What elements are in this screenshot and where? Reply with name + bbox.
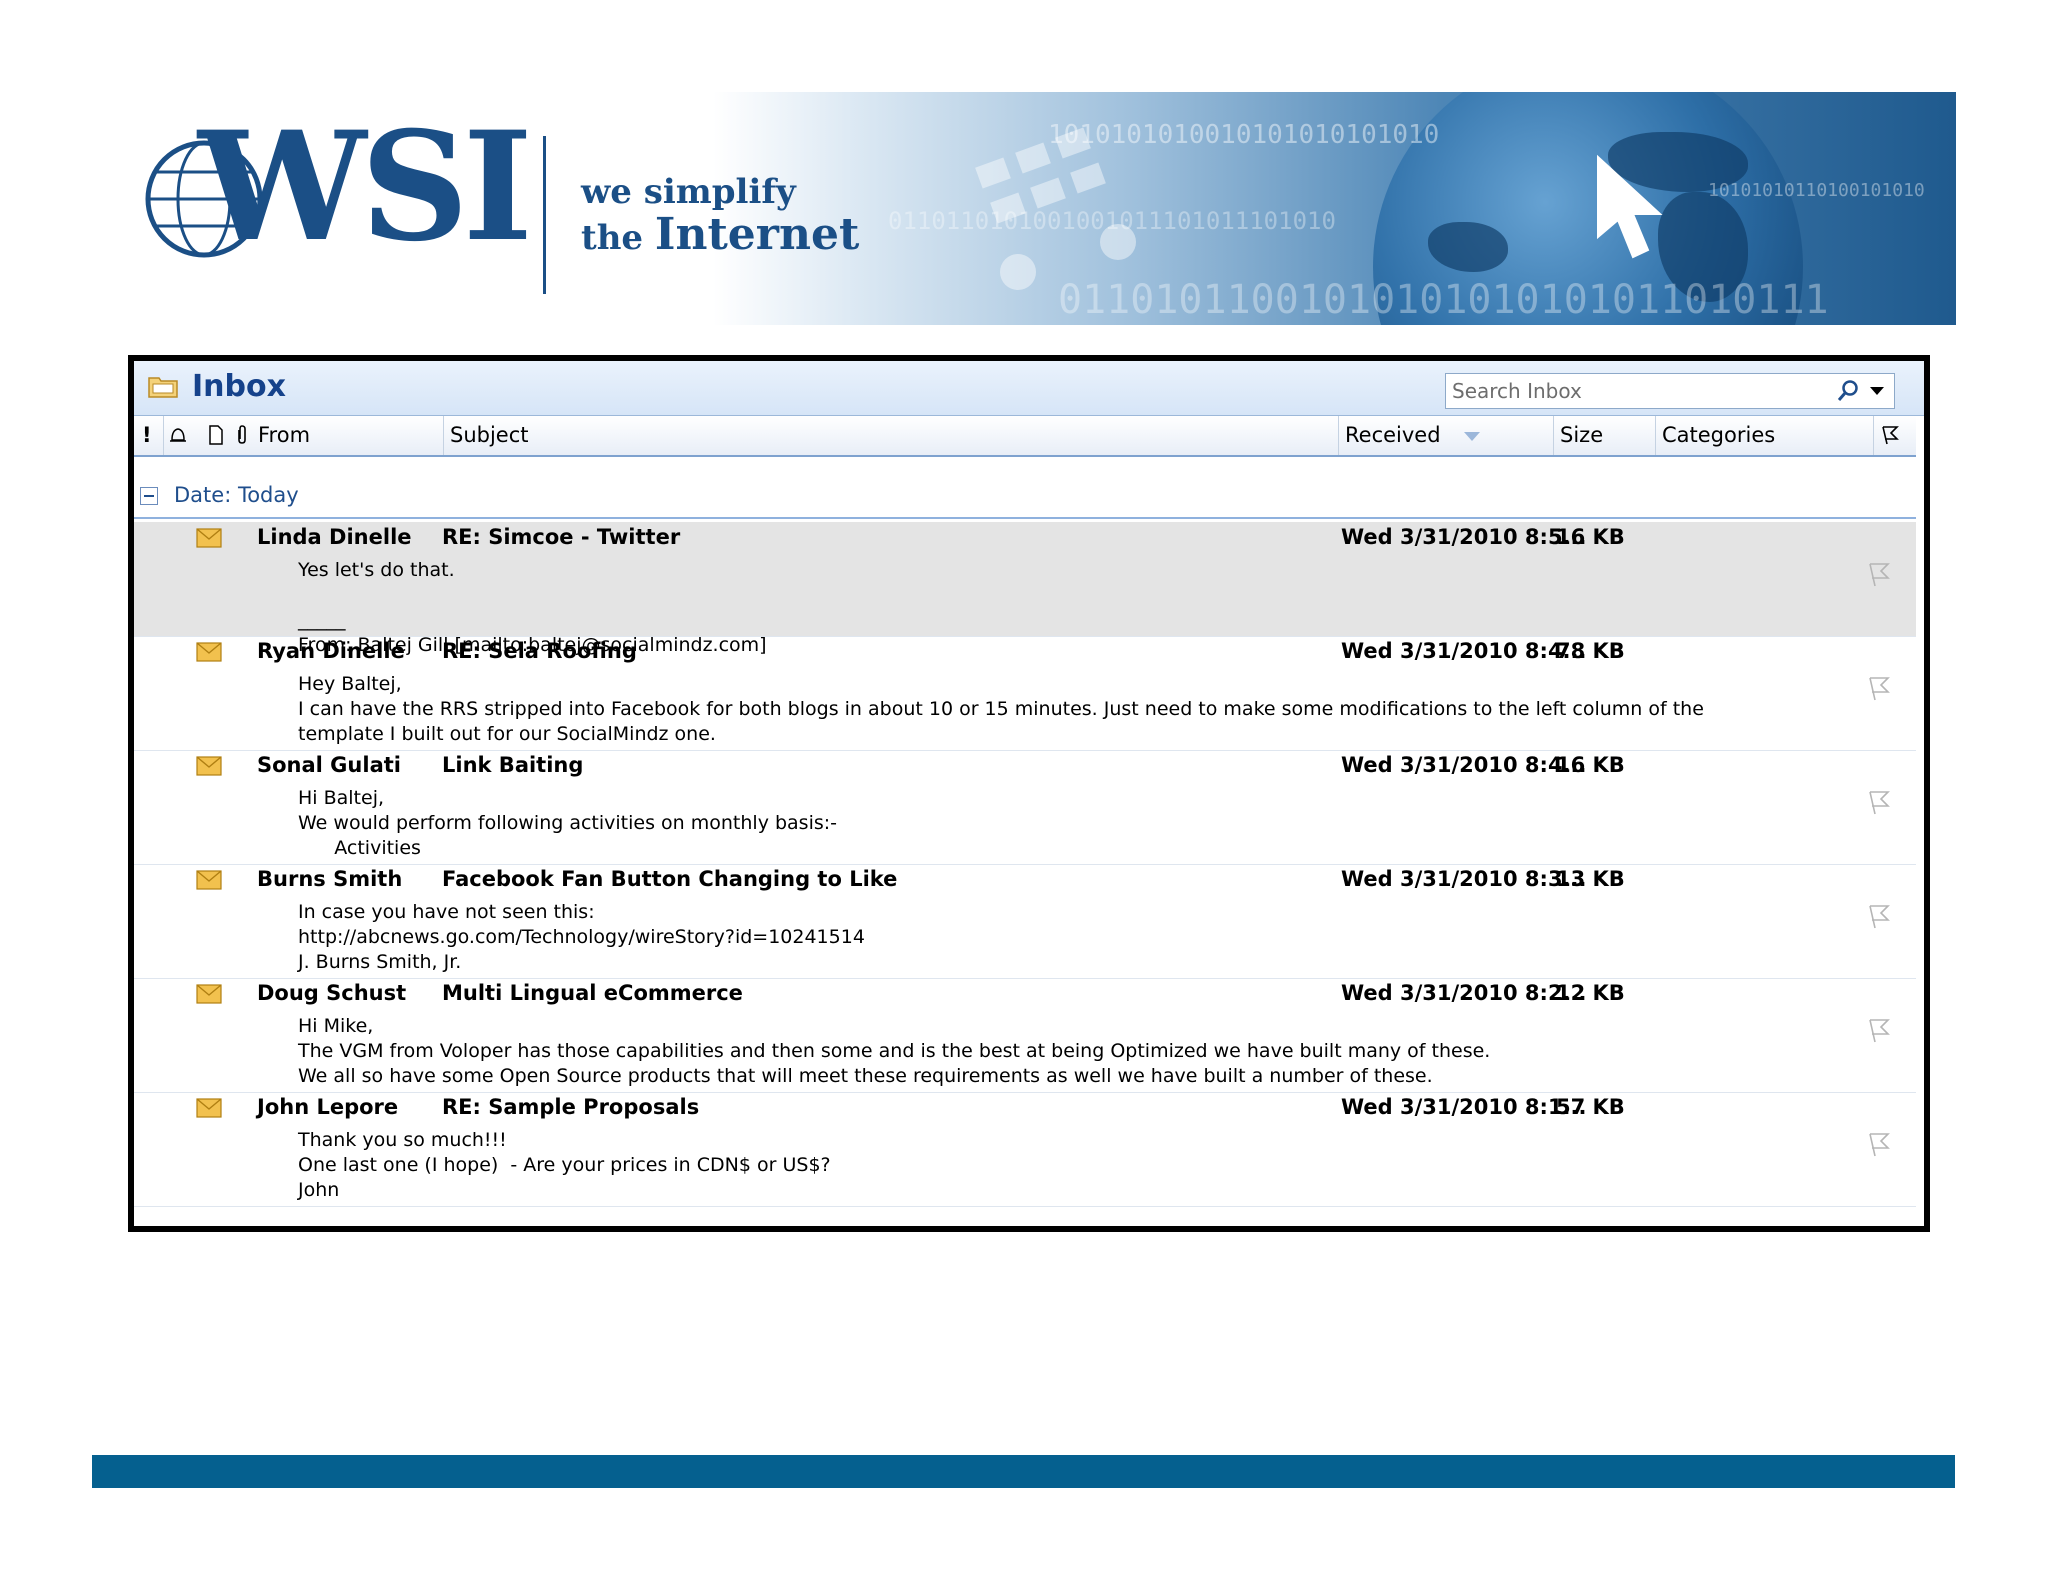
follow-up-flag-icon[interactable] [1865,674,1893,702]
email-from: John Lepore [257,1095,399,1119]
email-preview: Hi Mike, The VGM from Voloper has those … [298,1015,1491,1087]
email-subject: Multi Lingual eCommerce [442,981,743,1005]
size-column-header[interactable]: Size [1554,416,1656,455]
tagline-line2: the Internet [581,209,859,260]
email-size: 12 KB [1556,981,1625,1005]
email-preview: In case you have not seen this: http://a… [298,901,865,973]
unread-mail-icon [196,642,222,662]
inbox-folder-icon [148,377,178,398]
footer-bar [92,1455,1955,1488]
search-inbox-field[interactable]: Search Inbox [1445,373,1895,409]
email-subject: Facebook Fan Button Changing to Like [442,867,898,891]
email-row[interactable]: Sonal Gulati Link Baiting Wed 3/31/2010 … [134,750,1916,865]
unread-mail-icon [196,756,222,776]
email-subject: RE: Sample Proposals [442,1095,700,1119]
reminder-bell-icon[interactable] [168,424,188,446]
follow-up-flag-icon[interactable] [1865,902,1893,930]
email-row[interactable]: Doug Schust Multi Lingual eCommerce Wed … [134,978,1916,1093]
categories-column-header[interactable]: Categories [1656,416,1874,455]
email-row[interactable]: John Lepore RE: Sample Proposals Wed 3/3… [134,1092,1916,1207]
email-preview: Hey Baltej, I can have the RRS stripped … [298,673,1704,745]
email-from: Doug Schust [257,981,407,1005]
tagline-line1: we simplify [581,172,796,212]
binary-decoration: 0110110101001001011101011101010 [888,207,1336,235]
unread-mail-icon [196,984,222,1004]
search-icon[interactable] [1836,379,1860,403]
email-preview: Thank you so much!!! One last one (I hop… [298,1129,831,1201]
email-preview: Hi Baltej, We would perform following ac… [298,787,838,859]
email-from: Burns Smith [257,867,403,891]
binary-decoration: 1010101010010101010101010 [1048,120,1440,150]
collapse-group-icon[interactable] [140,487,158,505]
inbox-title: Inbox [192,369,286,404]
inbox-title-bar: Inbox Search Inbox [134,361,1924,416]
email-received: Wed 3/31/2010 8:5... [1341,525,1587,549]
search-placeholder: Search Inbox [1452,379,1582,403]
email-row[interactable]: Burns Smith Facebook Fan Button Changing… [134,864,1916,979]
email-from: Ryan Dinelle [257,639,405,663]
email-row[interactable]: Ryan Dinelle RE: Sela Roofing Wed 3/31/2… [134,636,1916,751]
search-options-dropdown-icon[interactable] [1870,387,1884,395]
subject-column-header[interactable]: Subject [444,416,1339,455]
tagline-internet: Internet [654,209,860,260]
follow-up-flag-icon[interactable] [1865,560,1893,588]
email-row[interactable]: Linda Dinelle RE: Simcoe - Twitter Wed 3… [134,522,1916,656]
email-size: 78 KB [1556,639,1625,663]
email-received: Wed 3/31/2010 8:4... [1341,639,1587,663]
received-column-header[interactable]: Received [1339,416,1554,455]
email-received: Wed 3/31/2010 8:2... [1341,981,1587,1005]
date-group-header[interactable]: Date: Today [134,481,1916,519]
tagline-the: the [581,218,644,258]
logo-divider [543,136,546,294]
flag-status-header-icon[interactable] [1880,424,1900,446]
email-size: 57 KB [1556,1095,1625,1119]
binary-decoration: 10101010110100101010 [1708,180,1925,201]
email-received: Wed 3/31/2010 8:4... [1341,753,1587,777]
follow-up-flag-icon[interactable] [1865,1130,1893,1158]
unread-mail-icon [196,870,222,890]
email-from: Linda Dinelle [257,525,412,549]
email-received: Wed 3/31/2010 8:3... [1341,867,1587,891]
date-group-label: Date: Today [174,483,299,507]
wsi-logo-text: WSI [198,99,533,275]
mouse-cursor-icon [1597,154,1663,259]
from-column-header[interactable]: From [252,416,444,455]
item-type-icon[interactable] [206,424,226,446]
email-received: Wed 3/31/2010 8:1... [1341,1095,1587,1119]
follow-up-flag-icon[interactable] [1865,1016,1893,1044]
email-list: Linda Dinelle RE: Simcoe - Twitter Wed 3… [134,522,1916,1222]
email-size: 16 KB [1556,525,1625,549]
email-size: 13 KB [1556,867,1625,891]
email-subject: RE: Sela Roofing [442,639,637,663]
binary-decoration: 01101011001010101010101011010111 [1058,277,1829,323]
inbox-window: Inbox Search Inbox ! From Subject Receiv… [128,355,1930,1232]
unread-mail-icon [196,1098,222,1118]
column-header-row: ! From Subject Received Size Categories [134,416,1916,457]
follow-up-flag-icon[interactable] [1865,788,1893,816]
importance-column-header[interactable]: ! [134,416,164,455]
email-subject: RE: Simcoe - Twitter [442,525,681,549]
wsi-banner: 1010101010010101010101010 01101101010010… [128,92,1956,325]
email-subject: Link Baiting [442,753,584,777]
email-size: 16 KB [1556,753,1625,777]
email-from: Sonal Gulati [257,753,401,777]
unread-mail-icon [196,528,222,548]
sort-descending-icon [1464,432,1480,441]
attachment-paperclip-icon[interactable] [232,424,252,446]
